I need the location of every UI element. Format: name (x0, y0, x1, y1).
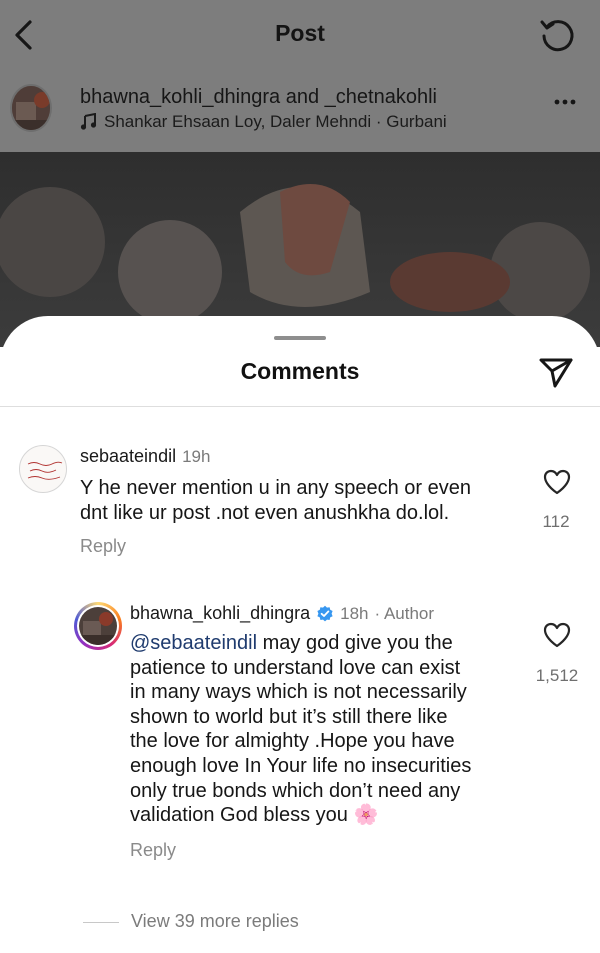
back-button[interactable] (10, 14, 44, 54)
reply-mention-link[interactable]: @sebaateindil (130, 632, 257, 654)
comment-timestamp: 19h (182, 446, 211, 466)
reply-header: bhawna_kohli_dhingra 18h · Author (130, 603, 434, 624)
cherry-blossom-emoji: 🌸 (353, 804, 379, 827)
post-username-joiner: and (285, 86, 320, 108)
reply-author-tag: · Author (374, 603, 435, 623)
reply-text-line: only true bonds which don’t need any (130, 779, 461, 802)
post-audio-label: Shankar Ehsaan Loy, Daler Mehndi · Gurba… (104, 112, 447, 131)
comments-title: Comments (240, 358, 360, 384)
post-username-secondary[interactable]: _chetnakohli (325, 86, 437, 108)
reply-like-button[interactable] (542, 621, 572, 649)
view-more-replies-button[interactable]: View 39 more replies (131, 911, 299, 932)
view-replies-line (83, 922, 119, 923)
refresh-button[interactable] (536, 14, 576, 54)
post-avatar[interactable] (10, 84, 52, 132)
avatar-photo (12, 86, 50, 130)
reply-avatar (79, 607, 117, 645)
page-title: Post (275, 20, 325, 46)
reply-item: bhawna_kohli_dhingra 18h · Author @sebaa… (0, 586, 600, 886)
reply-timestamp: 18h (340, 603, 369, 623)
post-collaborators: bhawna_kohli_dhingra and _chetnakohli (80, 86, 437, 109)
comment-text-line: dnt like ur post .not even anushkha do.l… (80, 501, 450, 524)
comment-avatar[interactable] (19, 445, 67, 493)
reply-text: @sebaateindil may god give you the patie… (130, 631, 530, 828)
heart-icon (543, 622, 571, 648)
reply-like-count: 1,512 (535, 666, 579, 685)
post-more-button[interactable] (548, 90, 582, 114)
post-username-primary[interactable]: bhawna_kohli_dhingra (80, 86, 280, 108)
reply-text-segment: may god give you the (257, 632, 453, 654)
comments-sheet: Comments sebaateindil 19h Y he never men… (0, 316, 600, 953)
sheet-divider (0, 406, 600, 407)
reply-text-segment: validation God bless you (130, 804, 354, 827)
sheet-drag-handle[interactable] (274, 336, 326, 340)
heart-icon (543, 469, 571, 495)
reply-text-line: shown to world but it’s still there like (130, 705, 448, 728)
post-audio-link[interactable]: Shankar Ehsaan Loy, Daler Mehndi · Gurba… (80, 112, 447, 132)
reply-text-line: @sebaateindil may god give you the (130, 631, 530, 656)
post-header: bhawna_kohli_dhingra and _chetnakohli Sh… (0, 70, 600, 152)
reply-username[interactable]: bhawna_kohli_dhingra (130, 603, 310, 624)
reply-reply-button[interactable]: Reply (130, 840, 176, 861)
top-navigation-bar: Post (0, 0, 600, 70)
verified-badge-icon (317, 605, 333, 621)
refresh-icon (540, 20, 574, 52)
comment-text-line: Y he never mention u in any speech or ev… (80, 477, 471, 499)
comment-username[interactable]: sebaateindil (80, 446, 176, 467)
more-dots-icon (554, 99, 576, 105)
comment-item: sebaateindil 19h Y he never mention u in… (0, 426, 600, 566)
music-note-icon (80, 113, 97, 130)
reply-text-line: the love for almighty .Hope you have (130, 730, 455, 753)
reply-text-line: in many ways which is not necessarily (130, 681, 467, 704)
reply-avatar-frame (77, 605, 119, 647)
reply-text-line: enough love In Your life no insecurities (130, 754, 472, 777)
comment-header: sebaateindil 19h (80, 446, 210, 467)
comment-reply-button[interactable]: Reply (80, 536, 126, 557)
send-icon (539, 358, 573, 388)
comment-like-count: 112 (542, 512, 570, 531)
reply-text-line: patience to understand love can exist (130, 656, 461, 679)
avatar-handwriting (27, 461, 63, 480)
comment-like-button[interactable] (542, 468, 572, 496)
comment-text: Y he never mention u in any speech or ev… (80, 476, 530, 525)
share-button[interactable] (536, 352, 576, 392)
chevron-left-icon (15, 20, 32, 50)
reply-text-line: validation God bless you 🌸 (130, 803, 530, 828)
reply-avatar-ring[interactable] (74, 602, 122, 650)
